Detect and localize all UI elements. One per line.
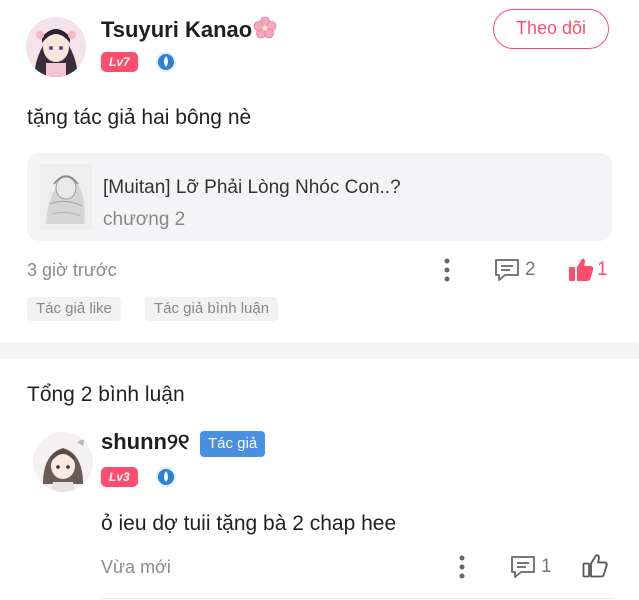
reply-comment-count: 1 (541, 556, 552, 577)
cherry-blossom-icon (253, 16, 277, 46)
username-text: Tsuyuri Kanao (101, 17, 253, 42)
more-vertical-icon[interactable] (441, 257, 453, 283)
blue-drop-rank-icon (155, 466, 177, 488)
tag-author-like[interactable]: Tác giả like (27, 297, 121, 321)
thumbs-up-outline-icon (582, 554, 608, 578)
timestamp: 3 giờ trước (27, 260, 117, 280)
reply-count: 2 (525, 259, 536, 280)
reply-count-button[interactable]: 2 (493, 257, 536, 283)
like-button[interactable]: 1 (567, 256, 608, 282)
follow-button[interactable]: Theo dõi (493, 9, 609, 49)
username[interactable]: Tsuyuri Kanao (101, 16, 277, 46)
reply-like-button[interactable] (581, 552, 609, 578)
comment-icon (495, 259, 519, 281)
like-count: 1 (597, 259, 608, 280)
more-vertical-icon[interactable] (456, 554, 468, 580)
thumbs-up-filled-icon (569, 258, 594, 281)
comment-text: tặng tác giả hai bông nè (27, 106, 252, 129)
comment-icon (511, 556, 535, 578)
reply-user-avatar[interactable] (33, 432, 93, 492)
level-badge: Lv7 (101, 52, 138, 72)
blue-drop-rank-icon (155, 51, 177, 73)
replies-total-label: Tổng 2 bình luận (27, 383, 185, 406)
reply-text: ỏ ieu dợ tuii tặng bà 2 chap hee (101, 512, 397, 535)
reply-username[interactable]: shunn୨୧ (101, 429, 189, 455)
comment-post: Tsuyuri Kanao Lv7 Theo dõi tặng tác giả … (0, 0, 639, 342)
section-divider (0, 342, 639, 359)
story-thumbnail (40, 164, 92, 230)
reply-comment-button[interactable]: 1 (509, 554, 552, 580)
story-chapter: chương 2 (103, 209, 186, 230)
story-card[interactable]: [Muitan] Lỡ Phải Lòng Nhóc Con..? chương… (27, 153, 612, 241)
reply-divider (101, 598, 612, 599)
user-avatar[interactable] (26, 17, 86, 77)
reply-level-badge: Lv3 (101, 467, 138, 487)
reply-timestamp: Vừa mới (101, 557, 171, 577)
story-title: [Muitan] Lỡ Phải Lòng Nhóc Con..? (103, 177, 401, 198)
tag-author-comment[interactable]: Tác giả bình luận (145, 297, 279, 321)
author-badge: Tác giả (200, 431, 266, 457)
